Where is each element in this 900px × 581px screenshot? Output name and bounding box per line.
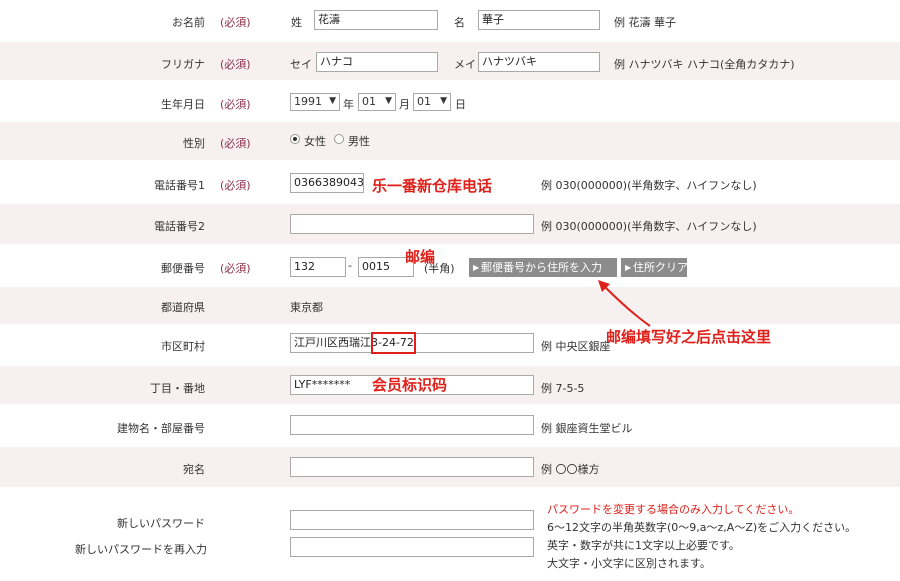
male-label: 男性 — [348, 135, 370, 148]
chevron-down-icon: ▼ — [440, 96, 447, 106]
play-icon: ▶ — [473, 263, 480, 272]
building-input[interactable] — [290, 415, 534, 435]
phone2-input[interactable] — [290, 214, 534, 234]
building-label: 建物名・部屋番号 — [117, 422, 205, 435]
highlight-box — [371, 332, 416, 354]
confirm-password-input[interactable] — [290, 537, 534, 557]
postal-button-annotation: 邮编填写好之后点击这里 — [606, 328, 772, 346]
new-password-input[interactable] — [290, 510, 534, 530]
required-badge: (必須) — [220, 137, 251, 150]
password-label: 新しいパスワード — [117, 517, 205, 530]
password-confirm-label: 新しいパスワードを再入力 — [75, 543, 207, 556]
block-example: 例 7-5-5 — [541, 382, 585, 395]
phone-annotation: 乐一番新仓库电话 — [372, 177, 493, 195]
required-badge: (必須) — [220, 16, 251, 29]
arrow-annotation-icon — [598, 280, 651, 327]
day-unit: 日 — [455, 98, 466, 111]
last-name-input[interactable]: 花濤 — [314, 10, 438, 30]
postal-annotation: 邮编 — [405, 248, 436, 266]
required-badge: (必須) — [220, 179, 251, 192]
kana-label: フリガナ — [161, 58, 205, 71]
phone1-example: 例 030(000000)(半角数字、ハイフンなし) — [541, 179, 757, 192]
phone2-label: 電話番号2 — [154, 220, 205, 233]
city-input-text: 江戸川区西瑞江 — [294, 336, 371, 349]
city-example: 例 中央区銀座 — [541, 340, 611, 353]
birth-month-value: 01 — [362, 95, 376, 108]
phone2-example: 例 030(000000)(半角数字、ハイフンなし) — [541, 220, 757, 233]
chevron-down-icon: ▼ — [329, 96, 336, 106]
sei-kana-label: セイ — [290, 58, 312, 71]
male-radio[interactable] — [334, 134, 344, 144]
password-note-red: パスワードを変更する場合のみ入力してください。 — [547, 503, 800, 516]
phone1-input[interactable]: 0366389043 — [290, 173, 364, 193]
block-label: 丁目・番地 — [150, 382, 205, 395]
mei-kana-label: メイ — [454, 58, 476, 71]
prefecture-label: 都道府県 — [161, 301, 205, 314]
birth-year-select[interactable]: 1991 ▼ — [290, 93, 340, 111]
chevron-down-icon: ▼ — [385, 96, 392, 106]
year-unit: 年 — [343, 98, 354, 111]
password-note-2: 英字・数字が共に1文字以上必要です。 — [547, 539, 740, 552]
member-id-annotation: 会员标识码 — [372, 376, 448, 394]
gender-label: 性別 — [183, 137, 205, 150]
sei-label: 姓 — [291, 16, 302, 29]
first-name-input[interactable]: 華子 — [478, 10, 600, 30]
addressee-example: 例 〇〇様方 — [541, 463, 600, 476]
addressee-label: 宛名 — [183, 463, 205, 476]
mei-label: 名 — [454, 16, 465, 29]
postal-code-part1-input[interactable]: 132 — [290, 257, 346, 277]
required-badge: (必須) — [220, 98, 251, 111]
birth-month-select[interactable]: 01 ▼ — [358, 93, 396, 111]
last-name-kana-input[interactable]: ハナコ — [316, 52, 438, 72]
kana-example: 例 ハナツバキ ハナコ(全角カタカナ) — [614, 58, 795, 71]
password-note-1: 6～12文字の半角英数字(0～9,a～z,A～Z)をご入力ください。 — [547, 521, 857, 534]
first-name-kana-input[interactable]: ハナツバキ — [478, 52, 600, 72]
month-unit: 月 — [399, 98, 410, 111]
birthdate-label: 生年月日 — [161, 98, 205, 111]
name-label: お名前 — [172, 16, 205, 29]
birth-day-select[interactable]: 01 ▼ — [413, 93, 451, 111]
postal-lookup-button-label: 郵便番号から住所を入力 — [481, 261, 602, 274]
required-badge: (必須) — [220, 262, 251, 275]
password-note-3: 大文字・小文字に区別されます。 — [547, 557, 711, 570]
female-radio[interactable] — [290, 134, 300, 144]
building-example: 例 銀座資生堂ビル — [541, 422, 633, 435]
addressee-input[interactable] — [290, 457, 534, 477]
birth-year-value: 1991 — [294, 95, 322, 108]
postal-dash: - — [348, 259, 352, 272]
female-label: 女性 — [304, 135, 326, 148]
postal-label: 郵便番号 — [161, 262, 205, 275]
required-badge: (必須) — [220, 58, 251, 71]
name-example: 例 花濤 華子 — [614, 16, 676, 29]
phone1-label: 電話番号1 — [154, 179, 205, 192]
birth-day-value: 01 — [417, 95, 431, 108]
prefecture-value: 東京都 — [290, 301, 323, 314]
city-label: 市区町村 — [161, 340, 205, 353]
